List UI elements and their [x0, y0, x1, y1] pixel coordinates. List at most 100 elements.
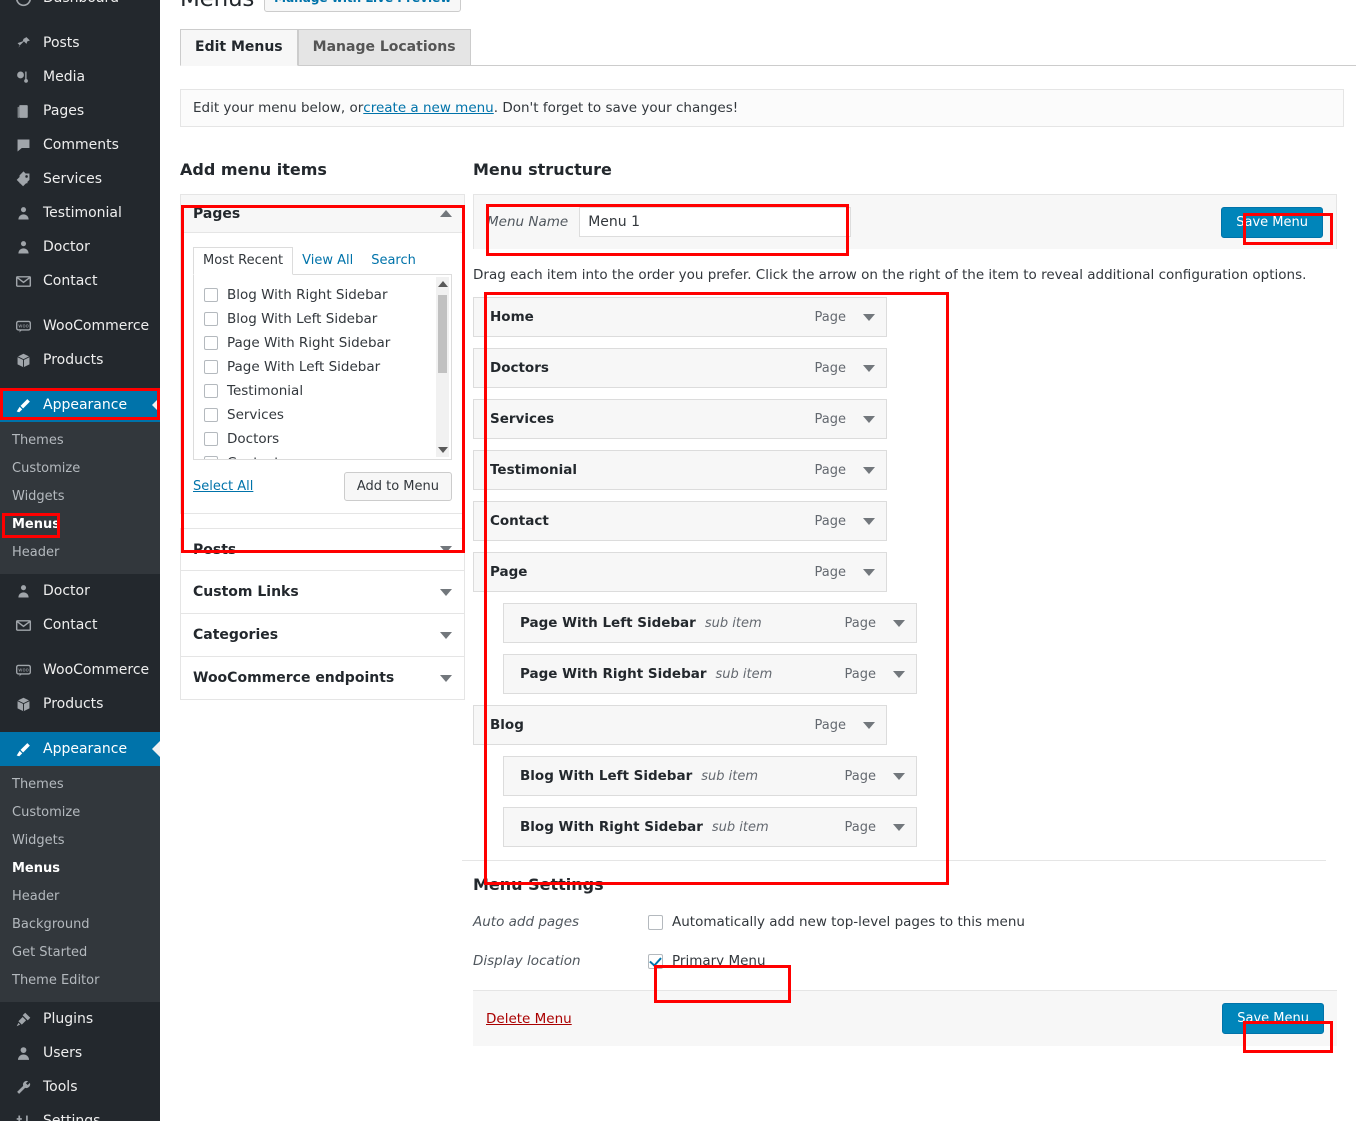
- custom-links-accordion[interactable]: Custom Links: [180, 571, 465, 614]
- checkbox[interactable]: [204, 432, 218, 446]
- select-all-link[interactable]: Select All: [193, 479, 253, 494]
- posts-accordion[interactable]: Posts: [180, 528, 465, 571]
- sidebar-item-tools[interactable]: Tools: [0, 1070, 160, 1104]
- chevron-down-icon[interactable]: [893, 772, 905, 780]
- chevron-down-icon[interactable]: [863, 721, 875, 729]
- list-item[interactable]: Blog With Left Sidebar: [204, 307, 451, 331]
- sidebar-item-contact[interactable]: Contact: [0, 264, 160, 298]
- checkbox[interactable]: [204, 360, 218, 374]
- sidebar-item-dashboard[interactable]: Dashboard: [0, 0, 160, 15]
- scroll-up-icon[interactable]: [438, 281, 448, 287]
- sidebar-item-testimonial[interactable]: Testimonial: [0, 196, 160, 230]
- sidebar-subitem-background[interactable]: Background: [0, 911, 160, 939]
- chevron-down-icon[interactable]: [893, 619, 905, 627]
- checklist-scrollbar[interactable]: [436, 277, 449, 457]
- checkbox[interactable]: [204, 408, 218, 422]
- checkbox[interactable]: [204, 384, 218, 398]
- sidebar-item-woocommerce-2[interactable]: woo WooCommerce: [0, 653, 160, 687]
- menu-item-row[interactable]: Blog Page: [473, 705, 887, 745]
- auto-add-pages-checkbox[interactable]: [648, 914, 663, 930]
- woocommerce-endpoints-accordion[interactable]: WooCommerce endpoints: [180, 657, 465, 700]
- checkbox[interactable]: [204, 312, 218, 326]
- sidebar-subitem-customize-2[interactable]: Customize: [0, 799, 160, 827]
- tab-most-recent[interactable]: Most Recent: [193, 247, 294, 275]
- sidebar-item-appearance-2[interactable]: Appearance: [0, 732, 160, 766]
- menu-item-row[interactable]: Page With Right Sidebar sub item Page: [503, 654, 917, 694]
- sidebar-item-products-2[interactable]: Products: [0, 687, 160, 721]
- menu-name-input[interactable]: [579, 207, 852, 237]
- list-item[interactable]: Contact: [204, 451, 451, 459]
- sidebar-subitem-widgets-2[interactable]: Widgets: [0, 827, 160, 855]
- sidebar-item-services[interactable]: Services: [0, 162, 160, 196]
- list-item[interactable]: Doctors: [204, 427, 451, 451]
- delete-menu-link[interactable]: Delete Menu: [486, 1011, 572, 1027]
- sidebar-subitem-get-started[interactable]: Get Started: [0, 939, 160, 967]
- checkbox[interactable]: [204, 456, 218, 459]
- list-item[interactable]: Testimonial: [204, 379, 451, 403]
- sidebar-item-products[interactable]: Products: [0, 343, 160, 377]
- chevron-down-icon[interactable]: [863, 313, 875, 321]
- sidebar-item-doctor[interactable]: Doctor: [0, 230, 160, 264]
- tab-manage-locations[interactable]: Manage Locations: [297, 28, 471, 65]
- menu-item-row[interactable]: Testimonial Page: [473, 450, 887, 490]
- list-item[interactable]: Blog With Right Sidebar: [204, 283, 451, 307]
- sidebar-item-media[interactable]: Media: [0, 60, 160, 94]
- sidebar-subitem-themes[interactable]: Themes: [0, 427, 160, 455]
- sidebar-item-comments[interactable]: Comments: [0, 128, 160, 162]
- list-item[interactable]: Services: [204, 403, 451, 427]
- sidebar-subitem-customize[interactable]: Customize: [0, 455, 160, 483]
- chevron-down-icon[interactable]: [440, 631, 452, 639]
- sidebar-subitem-header-2[interactable]: Header: [0, 883, 160, 911]
- menu-item-row[interactable]: Doctors Page: [473, 348, 887, 388]
- chevron-down-icon[interactable]: [863, 466, 875, 474]
- chevron-down-icon[interactable]: [440, 674, 452, 682]
- sidebar-item-woocommerce[interactable]: woo WooCommerce: [0, 309, 160, 343]
- chevron-down-icon[interactable]: [863, 415, 875, 423]
- sidebar-item-posts[interactable]: Posts: [0, 26, 160, 60]
- sidebar-item-contact-2[interactable]: Contact: [0, 608, 160, 642]
- add-to-menu-button[interactable]: Add to Menu: [343, 472, 452, 501]
- sidebar-item-appearance[interactable]: Appearance: [0, 388, 160, 422]
- sidebar-subitem-menus[interactable]: Menus: [0, 511, 160, 539]
- sidebar-item-doctor-2[interactable]: Doctor: [0, 574, 160, 608]
- auto-add-pages-control[interactable]: Automatically add new top-level pages to…: [648, 914, 1025, 930]
- chevron-down-icon[interactable]: [893, 823, 905, 831]
- sidebar-item-pages[interactable]: Pages: [0, 94, 160, 128]
- checkbox[interactable]: [204, 336, 218, 350]
- tab-search[interactable]: Search: [362, 248, 425, 274]
- primary-menu-checkbox[interactable]: [648, 953, 663, 969]
- menu-item-row[interactable]: Page With Left Sidebar sub item Page: [503, 603, 917, 643]
- pages-accordion-header[interactable]: Pages: [181, 195, 464, 233]
- categories-accordion[interactable]: Categories: [180, 614, 465, 657]
- chevron-down-icon[interactable]: [440, 546, 452, 553]
- save-menu-button-bottom[interactable]: Save Menu: [1222, 1003, 1324, 1034]
- scroll-down-icon[interactable]: [438, 447, 448, 453]
- display-location-control[interactable]: Primary Menu: [648, 953, 766, 969]
- chevron-down-icon[interactable]: [863, 568, 875, 576]
- menu-item-row[interactable]: Services Page: [473, 399, 887, 439]
- list-item[interactable]: Page With Left Sidebar: [204, 355, 451, 379]
- tab-view-all[interactable]: View All: [293, 248, 362, 274]
- menu-item-row[interactable]: Contact Page: [473, 501, 887, 541]
- sidebar-item-settings[interactable]: Settings: [0, 1104, 160, 1121]
- menu-item-row[interactable]: Blog With Left Sidebar sub item Page: [503, 756, 917, 796]
- scrollbar-thumb[interactable]: [438, 295, 447, 373]
- sidebar-subitem-menus-2[interactable]: Menus: [0, 855, 160, 883]
- menu-item-row[interactable]: Blog With Right Sidebar sub item Page: [503, 807, 917, 847]
- save-menu-button-top[interactable]: Save Menu: [1221, 206, 1323, 238]
- create-a-new-menu-link[interactable]: create a new menu: [363, 100, 493, 116]
- sidebar-subitem-themes-2[interactable]: Themes: [0, 771, 160, 799]
- sidebar-subitem-header[interactable]: Header: [0, 539, 160, 567]
- tab-edit-menus[interactable]: Edit Menus: [180, 28, 298, 66]
- sidebar-subitem-widgets[interactable]: Widgets: [0, 483, 160, 511]
- sidebar-subitem-theme-editor[interactable]: Theme Editor: [0, 967, 160, 995]
- menu-item-row[interactable]: Page Page: [473, 552, 887, 592]
- checkbox[interactable]: [204, 288, 218, 302]
- chevron-up-icon[interactable]: [440, 210, 452, 217]
- list-item[interactable]: Page With Right Sidebar: [204, 331, 451, 355]
- manage-with-live-preview-button[interactable]: Manage with Live Preview: [264, 0, 462, 12]
- sidebar-item-plugins[interactable]: Plugins: [0, 1002, 160, 1036]
- sidebar-item-users[interactable]: Users: [0, 1036, 160, 1070]
- chevron-down-icon[interactable]: [893, 670, 905, 678]
- menu-item-row[interactable]: Home Page: [473, 297, 887, 337]
